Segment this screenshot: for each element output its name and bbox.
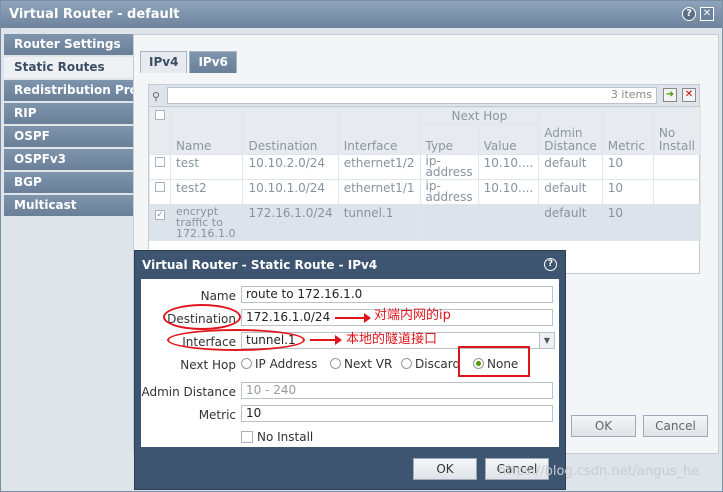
table-row[interactable]: test 10.10.2.0/24 ethernet1/2 ip-address… xyxy=(149,154,702,180)
cell-destination: 10.10.1.0/24 xyxy=(242,179,339,205)
col-group-next-hop: Next Hop xyxy=(419,107,540,125)
row-checkbox[interactable] xyxy=(155,182,165,192)
col-header-destination: Destination xyxy=(242,107,339,155)
sidebar-item-static-routes[interactable]: Static Routes xyxy=(4,57,133,78)
interface-annotation: 本地的隧道接口 xyxy=(346,332,438,347)
name-label: Name xyxy=(200,289,236,303)
cell-metric: 10 xyxy=(601,154,654,180)
radio-icon xyxy=(330,358,341,369)
col-header-value: Value xyxy=(477,124,540,155)
cell-admin-distance: default xyxy=(538,204,603,241)
radio-label: Next VR xyxy=(344,357,393,371)
cell-interface: tunnel.1 xyxy=(337,204,421,241)
cell-interface: ethernet1/1 xyxy=(337,179,421,205)
search-input[interactable]: 3 items xyxy=(167,87,657,104)
col-header-admin-distance: Admin Distance xyxy=(538,107,603,155)
dialog-title: Virtual Router - Static Route - IPv4 xyxy=(142,258,378,272)
checkbox-icon xyxy=(241,431,253,443)
chevron-down-icon[interactable]: ▼ xyxy=(539,332,555,349)
destination-highlight-ellipse xyxy=(163,304,241,330)
admin-distance-input[interactable]: 10 - 240 xyxy=(241,382,553,399)
radio-label: Discard xyxy=(415,357,461,371)
radio-icon xyxy=(241,358,252,369)
cell-type xyxy=(419,204,479,241)
cell-admin-distance: default xyxy=(538,179,603,205)
ip-tabs: IPv4 IPv6 xyxy=(140,51,239,73)
cell-type: ip-address xyxy=(419,179,479,205)
col-header-no-install: No Install xyxy=(652,107,702,155)
tab-ipv4[interactable]: IPv4 xyxy=(140,51,188,73)
close-icon[interactable]: ✕ xyxy=(700,7,714,21)
cell-value: 10.10.... xyxy=(477,154,540,180)
cell-no-install xyxy=(652,179,702,205)
routes-grid: ⚲ 3 items ➜ ✕ Name Destination Interface… xyxy=(148,84,702,274)
cell-metric: 10 xyxy=(601,179,654,205)
arrow-icon xyxy=(335,313,371,323)
cell-metric: 10 xyxy=(601,204,654,241)
cell-destination: 172.16.1.0/24 xyxy=(242,204,339,241)
none-highlight-rect xyxy=(458,346,530,377)
cell-value: 10.10.... xyxy=(477,179,540,205)
sidebar-item-redistribution-profile[interactable]: Redistribution Profile xyxy=(4,80,133,101)
sidebar-item-bgp[interactable]: BGP xyxy=(4,172,133,193)
radio-label: IP Address xyxy=(255,357,318,371)
cell-value xyxy=(477,204,540,241)
window-title: Virtual Router - default xyxy=(1,1,722,28)
cell-name: encrypt traffic to 172.16.1.0 xyxy=(169,204,244,241)
destination-annotation: 对端内网的ip xyxy=(374,308,451,323)
radio-discard[interactable]: Discard xyxy=(401,357,460,371)
sidebar-item-router-settings[interactable]: Router Settings xyxy=(4,34,133,55)
col-header-name: Name xyxy=(169,107,244,155)
outer-cancel-button[interactable]: Cancel xyxy=(643,415,708,437)
metric-input[interactable]: 10 xyxy=(241,405,553,422)
watermark: https://blog.csdn.net/angus_he xyxy=(498,464,700,479)
row-checkbox[interactable]: ✓ xyxy=(155,210,165,220)
search-icon: ⚲ xyxy=(152,90,161,103)
table-row[interactable]: ✓ encrypt traffic to 172.16.1.0 172.16.1… xyxy=(149,204,702,241)
next-hop-label: Next Hop xyxy=(180,358,236,372)
row-checkbox[interactable] xyxy=(155,157,165,167)
help-icon[interactable]: ? xyxy=(682,7,696,21)
col-header-interface: Interface xyxy=(337,107,421,155)
cell-admin-distance: default xyxy=(538,154,603,180)
name-input[interactable]: route to 172.16.1.0 xyxy=(241,286,553,303)
col-header-metric: Metric xyxy=(601,107,654,155)
outer-ok-button[interactable]: OK xyxy=(571,415,636,437)
sidebar: Router Settings Static Routes Redistribu… xyxy=(4,34,133,218)
no-install-label: No Install xyxy=(257,430,314,444)
sidebar-item-ospf[interactable]: OSPF xyxy=(4,126,133,147)
grid-toolbar: ⚲ 3 items ➜ ✕ xyxy=(149,85,699,107)
arrow-icon xyxy=(310,335,342,345)
cell-destination: 10.10.2.0/24 xyxy=(242,154,339,180)
no-install-checkbox[interactable]: No Install xyxy=(241,430,313,444)
cell-type: ip-address xyxy=(419,154,479,180)
col-header-type: Type xyxy=(419,124,479,155)
admin-distance-label: Admin Distance xyxy=(141,385,236,399)
metric-label: Metric xyxy=(198,408,236,422)
cell-name: test2 xyxy=(169,179,244,205)
sidebar-item-rip[interactable]: RIP xyxy=(4,103,133,124)
table-row[interactable]: test2 10.10.1.0/24 ethernet1/1 ip-addres… xyxy=(149,179,702,205)
cell-interface: ethernet1/2 xyxy=(337,154,421,180)
radio-icon xyxy=(401,358,412,369)
help-icon[interactable]: ? xyxy=(544,258,557,271)
tab-ipv6[interactable]: IPv6 xyxy=(189,51,237,73)
sidebar-item-ospfv3[interactable]: OSPFv3 xyxy=(4,149,133,170)
cell-name: test xyxy=(169,154,244,180)
apply-filter-icon[interactable]: ➜ xyxy=(663,88,677,102)
cell-no-install xyxy=(652,204,702,241)
cell-no-install xyxy=(652,154,702,180)
select-all-checkbox[interactable] xyxy=(155,110,165,120)
radio-next-vr[interactable]: Next VR xyxy=(330,357,392,371)
radio-ip-address[interactable]: IP Address xyxy=(241,357,317,371)
routes-table: Name Destination Interface Next Hop Admi… xyxy=(149,107,702,241)
interface-highlight-ellipse xyxy=(167,329,305,351)
clear-filter-icon[interactable]: ✕ xyxy=(682,88,696,102)
ok-button[interactable]: OK xyxy=(413,458,477,480)
sidebar-item-multicast[interactable]: Multicast xyxy=(4,195,133,216)
